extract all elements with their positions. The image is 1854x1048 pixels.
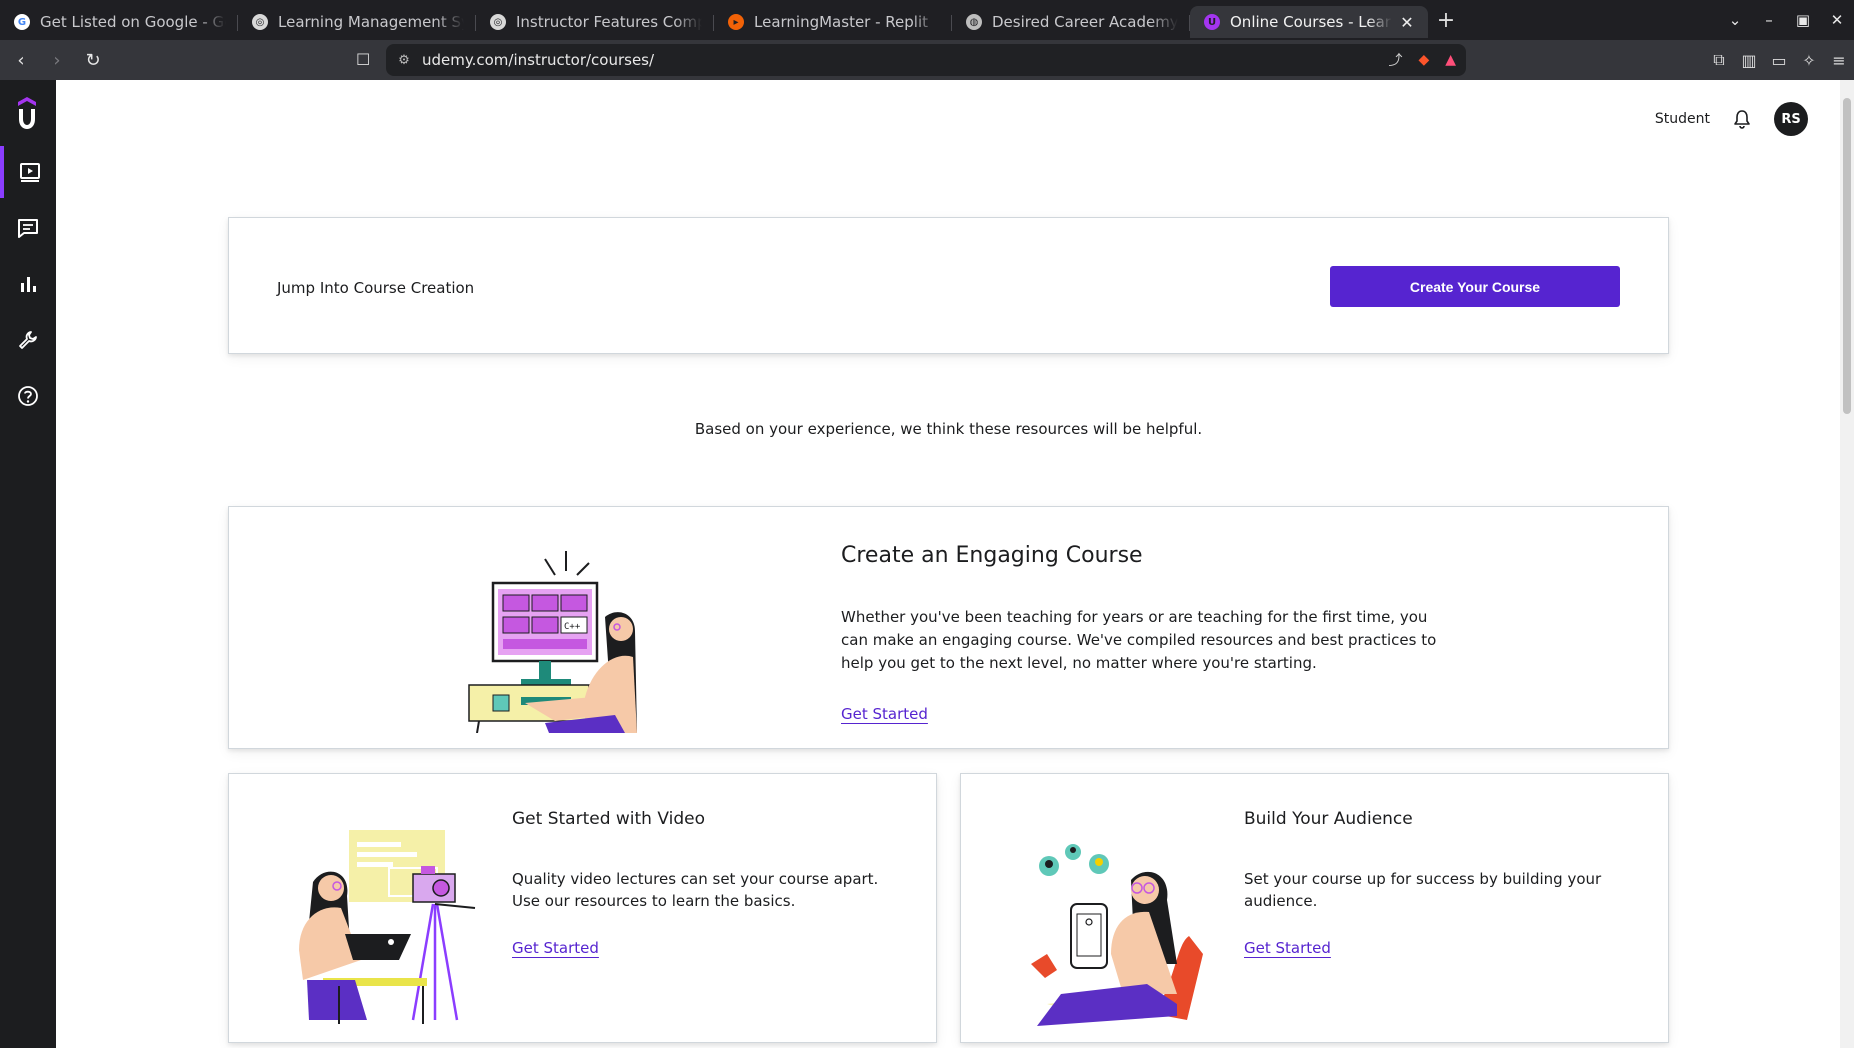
back-icon[interactable]: ‹ <box>6 45 36 75</box>
course-creation-label: Jump Into Course Creation <box>277 279 475 297</box>
courses-icon <box>20 163 40 182</box>
udemy-logo-icon[interactable] <box>14 96 40 130</box>
student-view-link[interactable]: Student <box>1655 111 1710 127</box>
notifications-bell-icon[interactable] <box>1732 109 1752 129</box>
window-controls: ⌄ – ▣ ✕ <box>1718 0 1854 40</box>
replit-icon: ▸ <box>728 14 744 30</box>
share-icon[interactable]: ⤴ <box>1388 50 1402 70</box>
sidebar-toggle-icon[interactable]: ▥ <box>1740 51 1758 70</box>
sidebar-item-courses[interactable] <box>0 146 56 198</box>
video-get-started-link[interactable]: Get Started <box>512 939 599 957</box>
svg-text:C++: C++ <box>564 622 581 632</box>
audience-card-description: Set your course up for success by buildi… <box>1244 870 1602 910</box>
globe-icon: ◍ <box>966 14 982 30</box>
create-course-button[interactable]: Create Your Course <box>1330 266 1620 307</box>
audience-get-started-link[interactable]: Get Started <box>1244 939 1331 957</box>
performance-icon <box>21 277 36 292</box>
recommendation-intro: Based on your experience, we think these… <box>694 420 1203 438</box>
browser-tab[interactable]: ◎ Learning Management Syste <box>238 6 476 38</box>
google-icon: G <box>14 14 30 30</box>
video-recording-illustration <box>299 830 476 1024</box>
reload-icon[interactable]: ↻ <box>78 45 108 75</box>
browser-tab[interactable]: ◍ Desired Career Academy | Er <box>952 6 1190 38</box>
audience-building-illustration <box>1031 844 1203 1026</box>
minimize-icon[interactable]: – <box>1752 11 1786 29</box>
engaging-course-get-started-link[interactable]: Get Started <box>841 705 928 723</box>
video-card-description: Quality video lectures can set your cour… <box>512 870 879 910</box>
browser-toolbar: ‹ › ↻ ☐ ⚙ udemy.com/instructor/courses/ … <box>0 40 1854 80</box>
engaging-course-title: Create an Engaging Course <box>841 543 1143 568</box>
extensions-bar: ⧉ ▥ ▭ ✧ ≡ <box>1710 40 1848 80</box>
leo-ai-icon[interactable]: ✧ <box>1800 51 1818 70</box>
browser-tab-title: Online Courses - Learn A <box>1230 13 1392 31</box>
address-bar[interactable]: ⚙ udemy.com/instructor/courses/ ⤴ ◆ ▲ <box>386 44 1466 76</box>
audience-card-title: Build Your Audience <box>1244 809 1413 829</box>
tools-icon <box>19 331 37 349</box>
brave-shield-icon[interactable]: ◆ <box>1418 52 1429 68</box>
browser-tab[interactable]: G Get Listed on Google - Goog <box>0 6 238 38</box>
sidebar-item-communication[interactable] <box>0 202 56 254</box>
brave-rewards-icon[interactable]: ▲ <box>1445 52 1456 68</box>
bookmark-icon[interactable]: ☐ <box>356 50 370 69</box>
communication-icon <box>18 219 38 238</box>
engaging-course-description: Whether you've been teaching for years o… <box>841 608 1437 672</box>
teacher-computer-illustration: C++ <box>468 551 637 733</box>
maximize-icon[interactable]: ▣ <box>1786 11 1820 29</box>
browser-tab-title: LearningMaster - Replit <box>754 13 929 31</box>
audience-card: Build Your Audience Set your course up f… <box>960 773 1669 1043</box>
course-creation-card: Jump Into Course Creation Create Your Co… <box>228 217 1669 354</box>
video-card: Get Started with Video Quality video lec… <box>228 773 937 1043</box>
browser-tab[interactable]: ◎ Instructor Features Compari <box>476 6 714 38</box>
browser-tab[interactable]: ▸ LearningMaster - Replit <box>714 6 952 38</box>
scrollbar-thumb[interactable] <box>1843 98 1851 414</box>
extensions-icon[interactable]: ⧉ <box>1710 50 1728 70</box>
sidebar-item-resources[interactable] <box>0 370 56 422</box>
video-card-title: Get Started with Video <box>512 809 705 829</box>
url-text[interactable]: udemy.com/instructor/courses/ <box>422 51 654 69</box>
help-icon <box>18 386 38 406</box>
browser-tab[interactable]: U Online Courses - Learn A ✕ <box>1190 6 1428 38</box>
close-window-icon[interactable]: ✕ <box>1820 11 1854 29</box>
new-tab-button[interactable]: + <box>1428 8 1464 33</box>
browser-tab-title: Learning Management Syste <box>278 13 464 31</box>
main-content: Student RS Jump Into Course Creation Cre… <box>56 80 1854 1048</box>
site-info-icon[interactable]: ⚙ <box>386 53 422 68</box>
menu-icon[interactable]: ≡ <box>1830 51 1848 70</box>
forward-icon[interactable]: › <box>42 45 72 75</box>
browser-tab-title: Desired Career Academy | Er <box>992 13 1178 31</box>
openai-icon: ◎ <box>490 14 506 30</box>
engaging-course-card: C++ Create an Engaging Course Whether yo… <box>228 506 1669 749</box>
openai-icon: ◎ <box>252 14 268 30</box>
user-avatar[interactable]: RS <box>1774 102 1808 136</box>
sidebar-item-performance[interactable] <box>0 258 56 310</box>
wallet-icon[interactable]: ▭ <box>1770 51 1788 70</box>
page-scrollbar[interactable] <box>1840 80 1854 1048</box>
browser-tab-title: Instructor Features Compari <box>516 13 702 31</box>
browser-tab-strip: G Get Listed on Google - Goog ◎ Learning Ma… <box>0 0 1854 40</box>
top-header: Student RS <box>1655 102 1808 136</box>
udemy-icon: U <box>1204 14 1220 30</box>
sidebar-item-tools[interactable] <box>0 314 56 366</box>
tab-search-icon[interactable]: ⌄ <box>1718 11 1752 29</box>
browser-tab-title: Get Listed on Google - Goog <box>40 13 226 31</box>
instructor-sidebar <box>0 80 56 1048</box>
close-tab-icon[interactable]: ✕ <box>1398 13 1416 32</box>
